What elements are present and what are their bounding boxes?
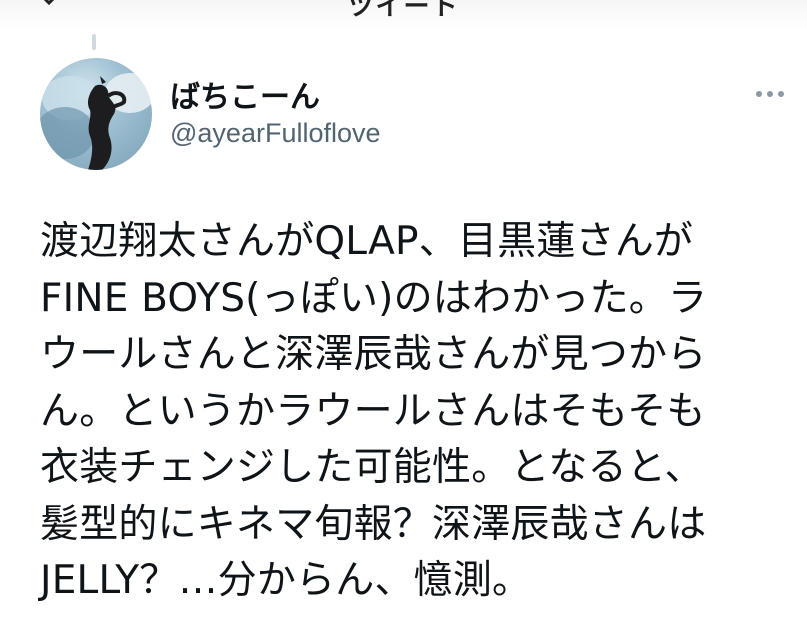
top-navigation-bar: ツイート <box>0 0 807 30</box>
user-handle[interactable]: @ayearFulloflove <box>170 118 381 149</box>
page-title: ツイート <box>347 0 460 22</box>
more-horizontal-icon <box>756 91 784 97</box>
avatar-image <box>40 73 152 170</box>
avatar[interactable] <box>40 58 152 170</box>
display-name[interactable]: ばちこーん <box>170 72 320 116</box>
more-options-button[interactable] <box>752 82 788 106</box>
thread-connector-line <box>92 34 96 50</box>
tweet-text: 渡辺翔太さんがQLAP、目黒蓮さんが FINE BOYS(っぽい)のはわかった。… <box>40 219 708 603</box>
